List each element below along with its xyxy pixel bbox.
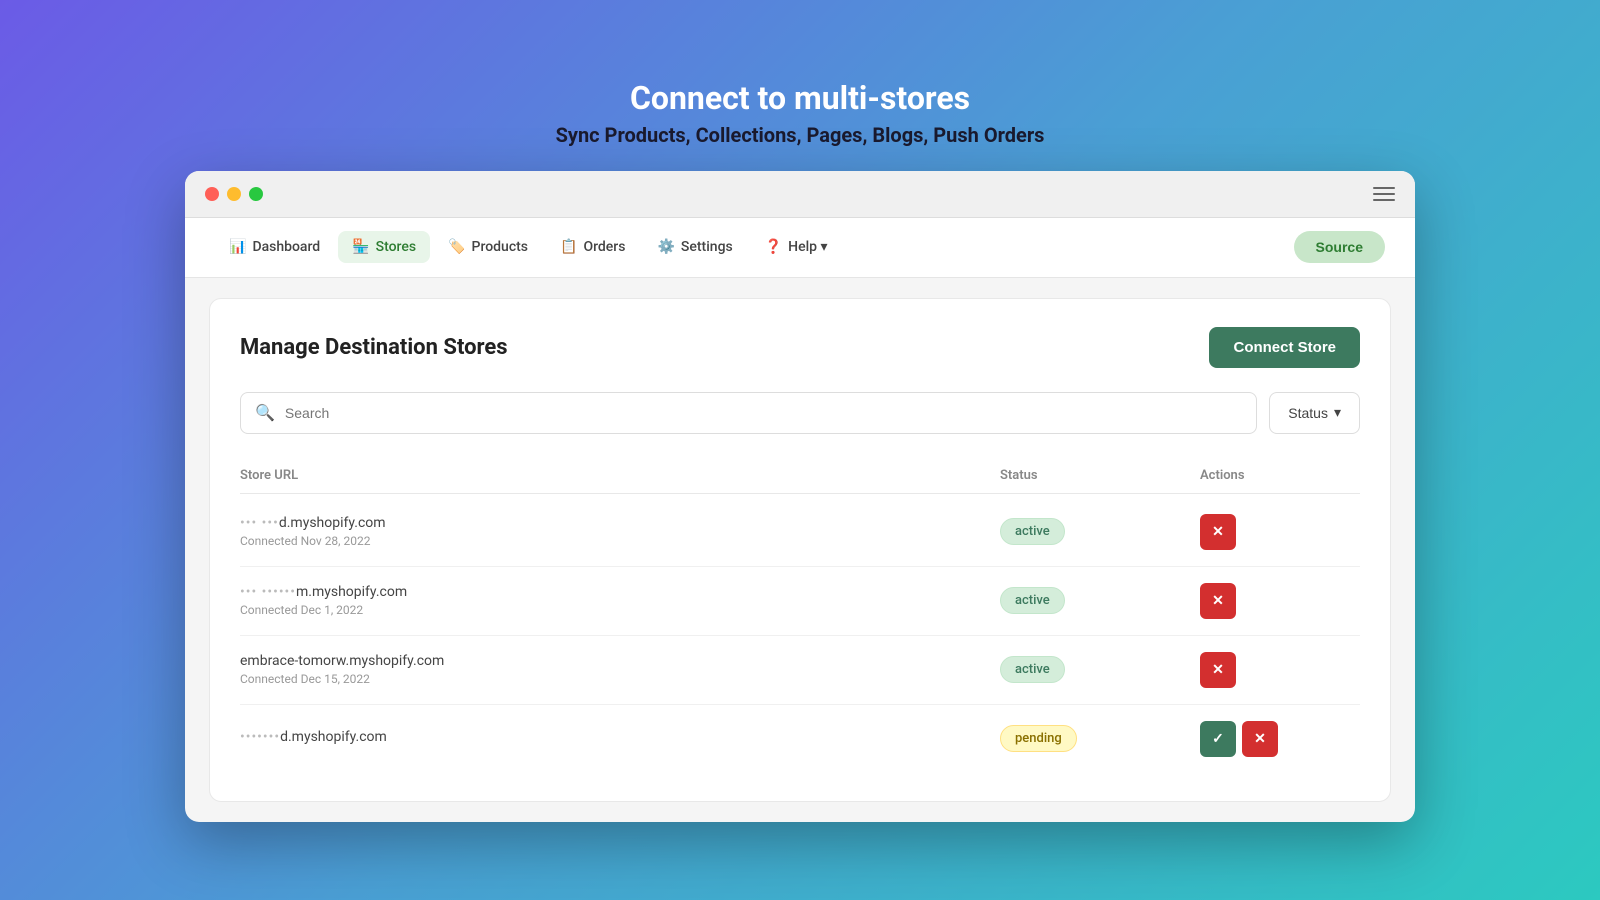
nav-help[interactable]: ❓ Help ▾ [751, 231, 842, 263]
connected-date: Connected Dec 15, 2022 [240, 672, 1000, 686]
main-title: Connect to multi-stores [556, 79, 1045, 117]
actions-cell: ✕ [1200, 652, 1360, 688]
store-url: embrace-tomorw.myshopify.com [240, 653, 1000, 669]
titlebar [185, 171, 1415, 218]
table-row: ••• •••d.myshopify.com Connected Nov 28,… [240, 498, 1360, 567]
col-header-status: Status [1000, 468, 1200, 483]
nav-stores-label: Stores [376, 239, 416, 255]
navbar: 📊 Dashboard 🏪 Stores 🏷️ Products 📋 Order… [185, 218, 1415, 278]
table-row: ••• ••••••m.myshopify.com Connected Dec … [240, 567, 1360, 636]
page-header: Connect to multi-stores Sync Products, C… [556, 79, 1045, 147]
store-url-cell: ••• •••d.myshopify.com Connected Nov 28,… [240, 515, 1000, 548]
nav-items: 📊 Dashboard 🏪 Stores 🏷️ Products 📋 Order… [215, 231, 1294, 263]
status-cell: active [1000, 587, 1200, 614]
actions-cell: ✓ ✕ [1200, 721, 1360, 757]
dashboard-icon: 📊 [229, 239, 246, 255]
table-row: embrace-tomorw.myshopify.com Connected D… [240, 636, 1360, 705]
delete-button[interactable]: ✕ [1200, 514, 1236, 550]
content-header: Manage Destination Stores Connect Store [240, 327, 1360, 368]
menu-line-1 [1373, 187, 1395, 189]
status-cell: active [1000, 518, 1200, 545]
minimize-dot[interactable] [227, 187, 241, 201]
status-cell: pending [1000, 725, 1200, 752]
products-icon: 🏷️ [448, 239, 465, 255]
main-subtitle: Sync Products, Collections, Pages, Blogs… [556, 123, 1045, 147]
help-icon: ❓ [765, 239, 782, 255]
chevron-down-icon: ▾ [1334, 404, 1341, 421]
nav-orders[interactable]: 📋 Orders [546, 231, 639, 263]
search-filter-row: 🔍 Status ▾ [240, 392, 1360, 434]
hamburger-menu[interactable] [1373, 187, 1395, 201]
main-content: Manage Destination Stores Connect Store … [209, 298, 1391, 802]
nav-help-label: Help ▾ [788, 239, 827, 255]
nav-orders-label: Orders [583, 239, 625, 255]
store-url-cell: embrace-tomorw.myshopify.com Connected D… [240, 653, 1000, 686]
status-filter-button[interactable]: Status ▾ [1269, 392, 1360, 434]
nav-dashboard[interactable]: 📊 Dashboard [215, 231, 334, 263]
status-badge: active [1000, 587, 1065, 614]
table-header: Store URL Status Actions [240, 458, 1360, 494]
delete-button[interactable]: ✕ [1200, 583, 1236, 619]
confirm-button[interactable]: ✓ [1200, 721, 1236, 757]
nav-stores[interactable]: 🏪 Stores [338, 231, 430, 263]
store-url: ••• •••d.myshopify.com [240, 515, 1000, 531]
status-badge: active [1000, 656, 1065, 683]
maximize-dot[interactable] [249, 187, 263, 201]
nav-products-label: Products [472, 239, 529, 255]
page-heading: Manage Destination Stores [240, 335, 508, 360]
nav-right: Source [1294, 231, 1385, 263]
status-badge: active [1000, 518, 1065, 545]
orders-icon: 📋 [560, 239, 577, 255]
nav-dashboard-label: Dashboard [252, 239, 320, 255]
search-box: 🔍 [240, 392, 1257, 434]
app-window: 📊 Dashboard 🏪 Stores 🏷️ Products 📋 Order… [185, 171, 1415, 822]
status-cell: active [1000, 656, 1200, 683]
store-url-cell: •••••••d.myshopify.com [240, 729, 1000, 748]
connected-date: Connected Dec 1, 2022 [240, 603, 1000, 617]
store-url: •••••••d.myshopify.com [240, 729, 1000, 745]
stores-icon: 🏪 [352, 239, 369, 255]
connected-date: Connected Nov 28, 2022 [240, 534, 1000, 548]
actions-cell: ✕ [1200, 583, 1360, 619]
table-body: ••• •••d.myshopify.com Connected Nov 28,… [240, 498, 1360, 773]
connect-store-button[interactable]: Connect Store [1209, 327, 1360, 368]
table-row: •••••••d.myshopify.com pending ✓ ✕ [240, 705, 1360, 773]
nav-settings-label: Settings [681, 239, 733, 255]
close-dot[interactable] [205, 187, 219, 201]
search-icon: 🔍 [255, 403, 275, 422]
delete-button[interactable]: ✕ [1242, 721, 1278, 757]
store-url-cell: ••• ••••••m.myshopify.com Connected Dec … [240, 584, 1000, 617]
delete-button[interactable]: ✕ [1200, 652, 1236, 688]
settings-icon: ⚙️ [657, 239, 674, 255]
window-controls [205, 187, 263, 201]
status-filter-label: Status [1288, 405, 1328, 421]
search-input[interactable] [285, 393, 1242, 433]
menu-line-3 [1373, 199, 1395, 201]
source-button[interactable]: Source [1294, 231, 1385, 263]
menu-line-2 [1373, 193, 1395, 195]
nav-products[interactable]: 🏷️ Products [434, 231, 542, 263]
store-url: ••• ••••••m.myshopify.com [240, 584, 1000, 600]
actions-cell: ✕ [1200, 514, 1360, 550]
col-header-actions: Actions [1200, 468, 1360, 483]
nav-settings[interactable]: ⚙️ Settings [643, 231, 746, 263]
status-badge: pending [1000, 725, 1077, 752]
col-header-url: Store URL [240, 468, 1000, 483]
